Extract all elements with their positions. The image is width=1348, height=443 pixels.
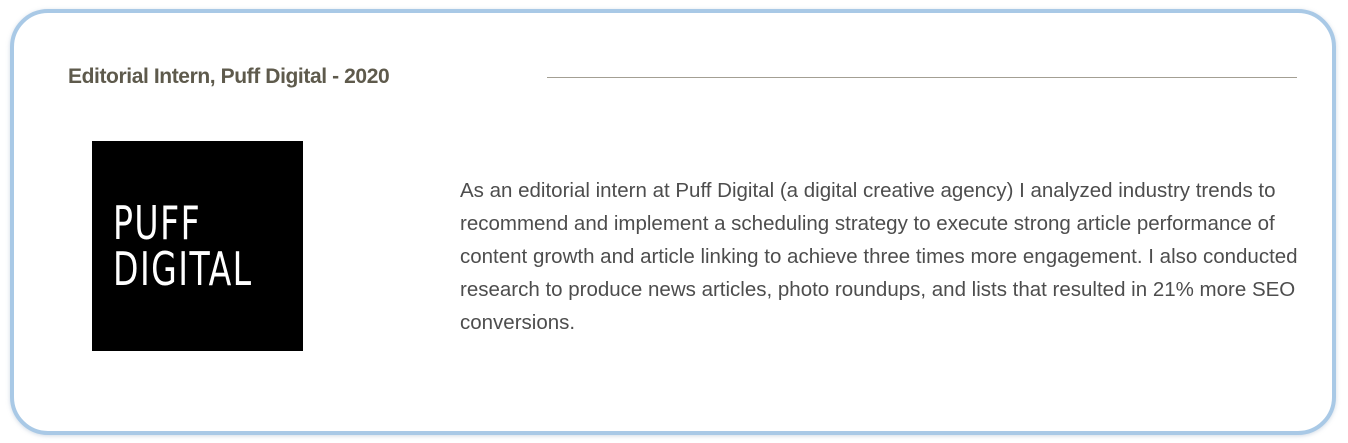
experience-title: Editorial Intern, Puff Digital - 2020 (68, 65, 390, 88)
experience-description: As an editorial intern at Puff Digital (… (460, 179, 1298, 334)
experience-card: Editorial Intern, Puff Digital - 2020 PU… (10, 9, 1336, 435)
title-divider (547, 77, 1297, 78)
logo-text-line-1: PUFF (113, 196, 202, 250)
puff-digital-logo: PUFF DIGITAL (92, 141, 303, 351)
logo-text-line-2: DIGITAL (113, 242, 253, 296)
